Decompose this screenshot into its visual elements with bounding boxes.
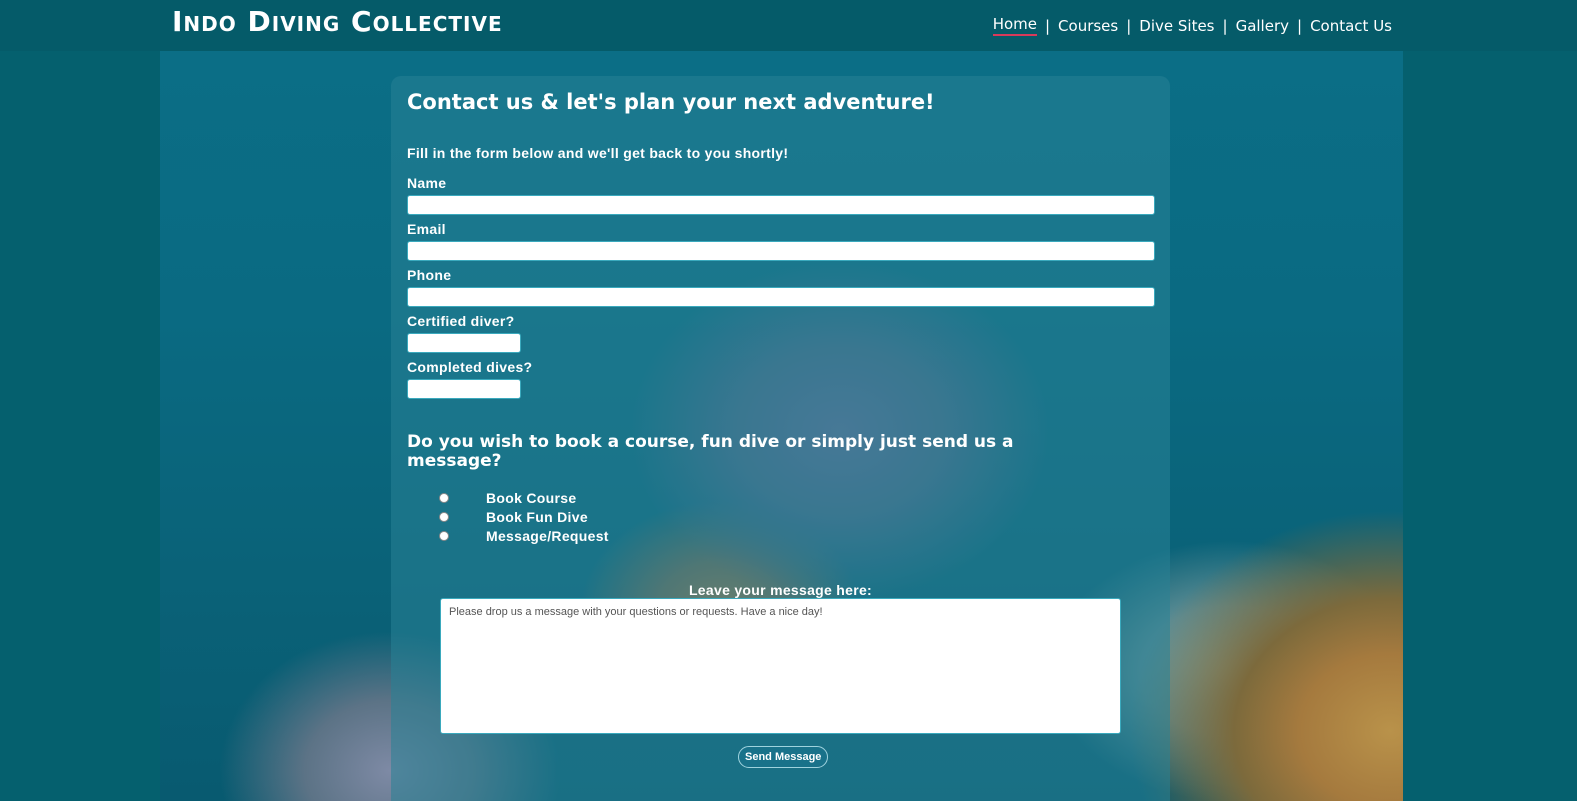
nav-separator: | — [1222, 16, 1228, 35]
certified-label: Certified diver? — [407, 313, 515, 329]
send-message-button[interactable]: Send Message — [738, 746, 829, 768]
option-message-request[interactable]: Message/Request — [439, 528, 609, 544]
option-book-fun-dive[interactable]: Book Fun Dive — [439, 509, 588, 525]
email-label: Email — [407, 221, 446, 237]
option-label: Message/Request — [486, 528, 609, 544]
nav-separator: | — [1126, 16, 1132, 35]
booking-question: Do you wish to book a course, fun dive o… — [407, 432, 1014, 471]
certified-input[interactable] — [407, 333, 521, 353]
radio-button[interactable] — [439, 512, 449, 522]
radio-button[interactable] — [439, 531, 449, 541]
email-input[interactable] — [407, 241, 1155, 261]
message-textarea[interactable]: Please drop us a message with your quest… — [440, 598, 1121, 734]
name-input[interactable] — [407, 195, 1155, 215]
form-title: Contact us & let's plan your next advent… — [407, 90, 935, 114]
main-nav: Home | Courses | Dive Sites | Gallery | … — [992, 15, 1392, 36]
nav-separator: | — [1044, 16, 1051, 35]
name-label: Name — [407, 175, 447, 191]
site-title[interactable]: Indo Diving Collective — [172, 5, 503, 38]
nav-gallery[interactable]: Gallery — [1236, 17, 1289, 35]
phone-input[interactable] — [407, 287, 1155, 307]
nav-dive-sites[interactable]: Dive Sites — [1139, 17, 1214, 35]
message-label: Leave your message here: — [688, 582, 873, 598]
form-intro: Fill in the form below and we'll get bac… — [407, 145, 789, 161]
dives-input[interactable] — [407, 379, 521, 399]
site-header: Indo Diving Collective Home | Courses | … — [0, 0, 1577, 51]
nav-separator: | — [1297, 16, 1303, 35]
nav-home[interactable]: Home — [992, 15, 1037, 36]
radio-button[interactable] — [439, 493, 449, 503]
dives-label: Completed dives? — [407, 359, 533, 375]
option-book-course[interactable]: Book Course — [439, 490, 576, 506]
option-label: Book Course — [486, 490, 577, 506]
option-label: Book Fun Dive — [486, 509, 588, 525]
nav-courses[interactable]: Courses — [1058, 17, 1118, 35]
phone-label: Phone — [407, 267, 452, 283]
nav-contact-us[interactable]: Contact Us — [1310, 17, 1392, 35]
contact-form-panel: Contact us & let's plan your next advent… — [391, 76, 1170, 801]
